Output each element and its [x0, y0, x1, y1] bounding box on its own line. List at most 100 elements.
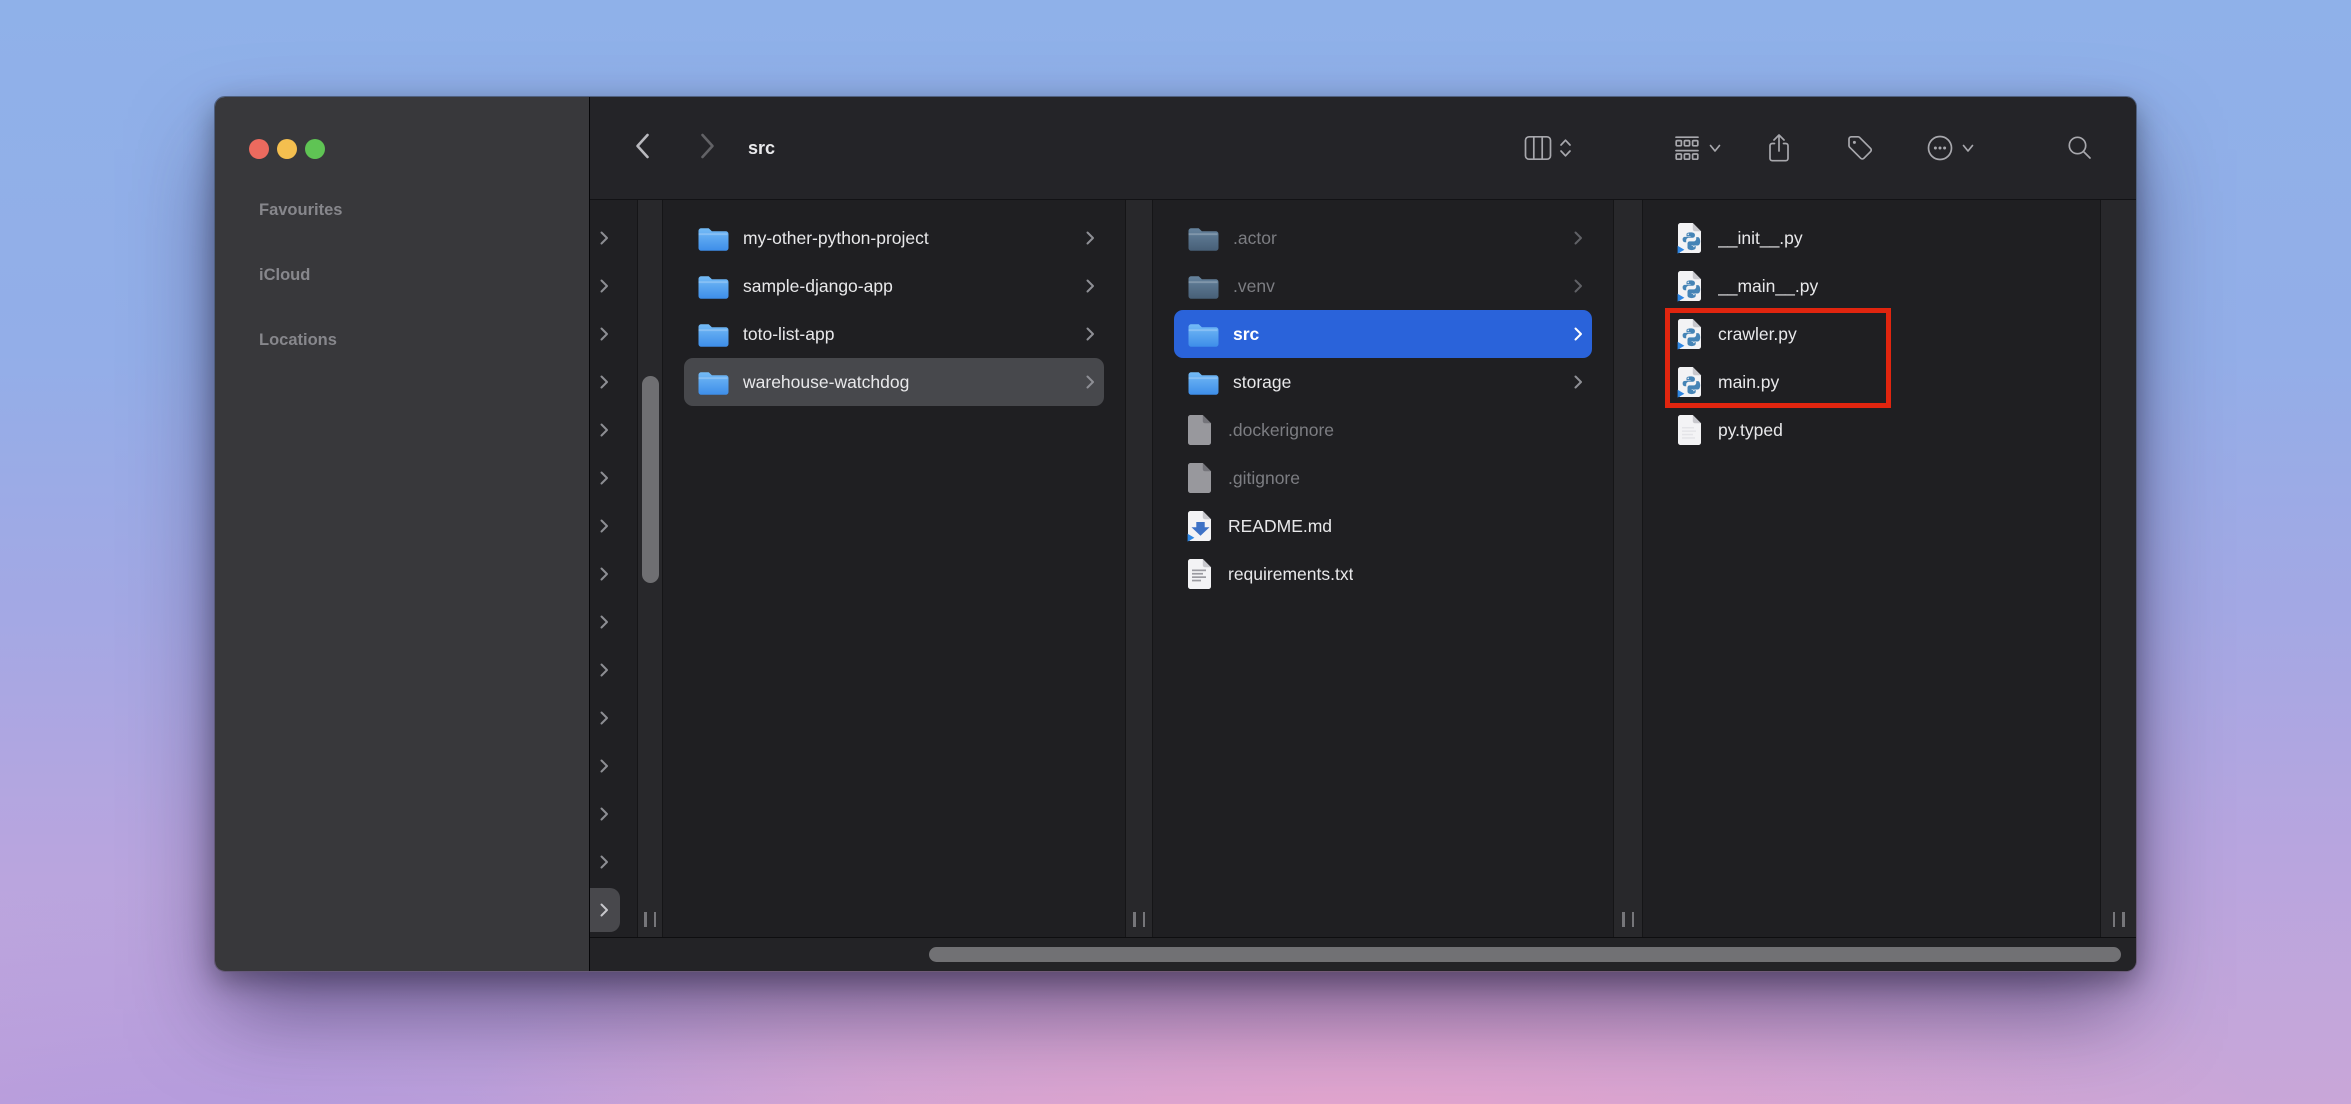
chevron-right-icon	[600, 519, 609, 533]
column-projects: my-other-python-project sample-django-app…	[663, 200, 1125, 937]
file-label: my-other-python-project	[743, 228, 929, 249]
chevron-right-icon	[600, 375, 609, 389]
parent-item-chevron[interactable]	[590, 838, 637, 886]
minimize-button[interactable]	[277, 139, 297, 159]
parent-item-chevron[interactable]	[590, 646, 637, 694]
more-actions-button[interactable]	[1925, 133, 1974, 163]
forward-button[interactable]	[699, 130, 716, 167]
file-row-.gitignore[interactable]: .gitignore	[1174, 454, 1592, 502]
file-label: .gitignore	[1228, 468, 1300, 489]
python-file-icon	[1677, 318, 1704, 350]
horizontal-scrollbar[interactable]	[929, 947, 2121, 962]
file-row-src[interactable]: src	[1174, 310, 1592, 358]
file-row-my-other-python-project[interactable]: my-other-python-project	[684, 214, 1104, 262]
parent-item-chevron[interactable]	[590, 598, 637, 646]
toolbar: src	[590, 97, 2136, 200]
file-row-.actor[interactable]: .actor	[1174, 214, 1592, 262]
tag-icon	[1845, 133, 1875, 163]
column-browser: my-other-python-project sample-django-app…	[590, 200, 2136, 937]
sidebar-titlebar[interactable]	[215, 97, 589, 200]
file-label: README.md	[1228, 516, 1332, 537]
file-label: sample-django-app	[743, 276, 893, 297]
desktop-background: Favourites iCloud Locations src	[0, 0, 2351, 1104]
chevron-right-icon	[703, 135, 713, 157]
column-resize-handle[interactable]	[2113, 912, 2125, 927]
file-row-README.md[interactable]: README.md	[1174, 502, 1592, 550]
folder-icon	[1187, 273, 1219, 299]
file-label: __init__.py	[1718, 228, 1803, 249]
chevron-right-icon	[600, 663, 609, 677]
group-button[interactable]	[1672, 135, 1721, 162]
chevron-right-icon	[1574, 231, 1583, 245]
parent-item-chevron[interactable]	[590, 790, 637, 838]
chevron-right-icon	[1086, 375, 1095, 389]
column-resize-handle[interactable]	[1622, 912, 1634, 927]
file-row-__init__.py[interactable]: __init__.py	[1664, 214, 2079, 262]
file-row-.venv[interactable]: .venv	[1174, 262, 1592, 310]
zoom-button[interactable]	[305, 139, 325, 159]
close-button[interactable]	[249, 139, 269, 159]
chevron-right-icon	[1086, 231, 1095, 245]
file-row-storage[interactable]: storage	[1174, 358, 1592, 406]
folder-icon	[1187, 369, 1219, 395]
share-button[interactable]	[1765, 133, 1793, 163]
python-file-icon	[1677, 222, 1704, 254]
file-row-toto-list-app[interactable]: toto-list-app	[684, 310, 1104, 358]
file-label: .dockerignore	[1228, 420, 1334, 441]
column-resize-gutter	[2100, 200, 2136, 937]
parent-item-chevron[interactable]	[590, 454, 637, 502]
document-icon	[1187, 414, 1214, 446]
file-row-main.py[interactable]: main.py	[1664, 358, 2079, 406]
file-row-sample-django-app[interactable]: sample-django-app	[684, 262, 1104, 310]
window-title: src	[748, 138, 775, 159]
file-row-.dockerignore[interactable]: .dockerignore	[1174, 406, 1592, 454]
chevron-right-icon	[600, 567, 609, 581]
parent-item-chevron[interactable]	[590, 310, 637, 358]
finder-window: Favourites iCloud Locations src	[214, 96, 2137, 972]
parent-item-chevron[interactable]	[590, 694, 637, 742]
tags-button[interactable]	[1845, 133, 1875, 163]
column-resize-handle[interactable]	[644, 912, 656, 927]
toolbar-actions	[1524, 133, 2094, 163]
parent-item-chevron[interactable]	[590, 502, 637, 550]
main-pane: src	[590, 97, 2136, 971]
python-file-icon	[1677, 270, 1704, 302]
parent-column-strip	[590, 200, 637, 937]
chevron-right-icon	[600, 231, 609, 245]
folder-icon	[1187, 225, 1219, 251]
file-label: requirements.txt	[1228, 564, 1353, 585]
view-mode-button[interactable]	[1524, 135, 1572, 161]
traffic-lights	[249, 139, 325, 159]
ellipsis-circle-icon	[1925, 133, 1955, 163]
vertical-scrollbar[interactable]	[642, 376, 659, 583]
chevron-right-icon	[600, 807, 609, 821]
file-label: src	[1233, 324, 1259, 345]
chevron-right-icon	[1574, 327, 1583, 341]
file-row-warehouse-watchdog[interactable]: warehouse-watchdog	[684, 358, 1104, 406]
column-resize-handle[interactable]	[1133, 912, 1145, 927]
file-row-requirements.txt[interactable]: requirements.txt	[1174, 550, 1592, 598]
parent-item-chevron[interactable]	[590, 358, 637, 406]
file-label: .actor	[1233, 228, 1277, 249]
sidebar-section-icloud: iCloud	[259, 265, 589, 285]
chevron-right-icon	[600, 615, 609, 629]
file-row-crawler.py[interactable]: crawler.py	[1664, 310, 2079, 358]
document-icon	[1677, 414, 1704, 446]
search-button[interactable]	[2066, 134, 2094, 162]
chevron-right-icon	[600, 855, 609, 869]
file-row-__main__.py[interactable]: __main__.py	[1664, 262, 2079, 310]
file-row-py.typed[interactable]: py.typed	[1664, 406, 2079, 454]
parent-item-chevron[interactable]	[590, 406, 637, 454]
parent-item-chevron[interactable]	[590, 550, 637, 598]
chevron-right-icon	[600, 711, 609, 725]
back-button[interactable]	[634, 130, 651, 167]
chevron-right-icon	[1574, 375, 1583, 389]
parent-item-chevron[interactable]	[590, 888, 620, 932]
parent-item-chevron[interactable]	[590, 262, 637, 310]
sidebar-section-favourites: Favourites	[259, 200, 589, 220]
python-file-icon	[1677, 366, 1704, 398]
chevron-down-icon	[1709, 144, 1721, 153]
parent-item-chevron[interactable]	[590, 214, 637, 262]
parent-item-chevron[interactable]	[590, 742, 637, 790]
text-file-icon	[1187, 558, 1214, 590]
